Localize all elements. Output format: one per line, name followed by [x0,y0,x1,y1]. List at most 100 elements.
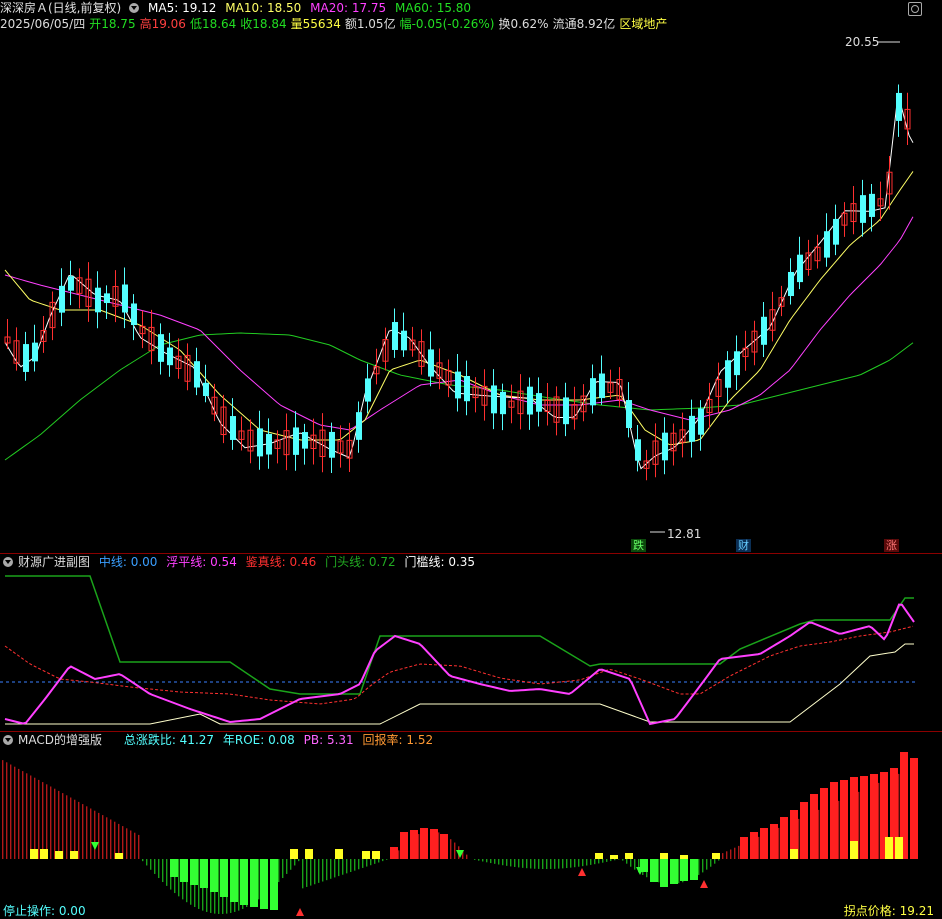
macd-histogram-line [370,859,372,866]
candle-body [158,334,164,362]
macd-histogram-line [878,782,880,859]
pb-label: PB: 5.31 [303,733,354,747]
macd-histogram-line [22,771,24,859]
macd-histogram-line [382,859,384,862]
macd-histogram-line [330,859,332,879]
marker-cai[interactable]: 财 [736,539,751,552]
macd-bar-yellow [40,849,48,859]
macd-chart[interactable] [0,732,942,919]
indicator-chart[interactable] [0,554,942,731]
candle-body [203,382,209,397]
macd-histogram-line [482,859,484,862]
macd-bar-green [680,859,688,881]
mentou-line [5,575,914,695]
macd-histogram-line [102,815,104,859]
candle-body [527,386,533,415]
macd-histogram-line [722,853,724,859]
macd-histogram-line [258,859,260,900]
macd-histogram-line [46,784,48,859]
macd-bar-red [870,774,878,859]
macd-bar-red [810,794,818,859]
macd-bar-red [420,828,428,859]
dropdown-icon[interactable] [3,735,13,745]
zhongxian-label: 中线: 0.00 [98,555,158,569]
macd-histogram-line [386,859,388,860]
macd-histogram-line [610,859,612,862]
macd-bar-yellow [790,849,798,859]
macd-histogram-line [298,859,300,862]
macd-histogram-line [698,859,700,875]
macd-histogram-line [10,764,12,859]
macd-histogram-line [454,842,456,859]
macd-bar-green [220,859,228,897]
macd-histogram-line [498,859,500,865]
candle-body [860,195,866,223]
macd-histogram-line [594,859,596,865]
candle-body [122,284,128,313]
marker-zhang[interactable]: 涨 [884,539,899,552]
macd-title[interactable]: MACD的增强版 [18,733,102,747]
macd-bar-red [860,776,868,859]
macd-histogram-line [334,859,336,878]
macd-bar-yellow [55,851,63,859]
macd-header: MACD的增强版 总涨跌比: 41.27 年ROE: 0.08 PB: 5.31… [0,732,438,748]
macd-bar-yellow [850,841,858,859]
candle-body [302,432,308,449]
macd-histogram-line [630,859,632,867]
macd-bar-green [270,859,278,910]
dropdown-icon[interactable] [3,557,13,567]
macd-histogram-line [282,859,284,879]
candle-body [266,433,272,455]
indicator-pane[interactable]: 财源广进副图 中线: 0.00 浮平线: 0.54 鉴真线: 0.46 门头线:… [0,554,942,732]
macd-bar-red [830,782,838,859]
candle-body [104,293,110,304]
candle-body [824,231,830,258]
candlestick-pane[interactable]: 深深房Ａ(日线,前复权) MA5: 19.12 MA10: 18.50 MA20… [0,0,942,554]
macd-histogram-line [62,793,64,859]
candle-body [869,193,875,217]
macd-histogram-line [502,859,504,866]
macd-histogram-line [162,859,164,883]
macd-histogram-line [614,859,616,861]
macd-histogram-line [70,797,72,859]
macd-histogram-line [778,827,780,859]
macd-histogram-line [550,859,552,869]
macd-bar-yellow [660,853,668,859]
macd-bar-yellow [712,853,720,859]
indicator-title[interactable]: 财源广进副图 [18,555,90,569]
macd-histogram-line [510,859,512,867]
macd-histogram-line [542,859,544,869]
macd-pane[interactable]: MACD的增强版 总涨跌比: 41.27 年ROE: 0.08 PB: 5.31… [0,732,942,919]
high-price-label: 20.55 [845,35,880,49]
macd-histogram-line [142,859,144,862]
macd-histogram-line [290,859,292,870]
marker-die[interactable]: 跌 [631,539,646,552]
macd-bar-yellow [362,851,370,859]
macd-histogram-line [598,859,600,864]
macd-histogram-line [738,845,740,859]
macd-histogram-line [138,834,140,859]
macd-bar-red [750,832,758,859]
macd-bar-red [820,788,828,859]
fuping-line [4,603,915,726]
macd-histogram-line [626,859,628,864]
kline-chart[interactable] [0,0,942,553]
huibao-label: 回报率: 1.52 [362,733,434,747]
macd-histogram-line [578,859,580,867]
macd-histogram-line [494,859,496,864]
candle-body [356,412,362,440]
jianzhen-label: 鉴真线: 0.46 [245,555,317,569]
macd-histogram-line [342,859,344,875]
macd-histogram-line [366,859,368,867]
macd-bar-red [430,829,438,859]
macd-histogram-line [54,788,56,859]
macd-histogram-line [838,800,840,859]
macd-histogram-line [278,859,280,883]
macd-bar-yellow [30,849,38,859]
candle-body [293,427,299,455]
candle-body [194,361,200,388]
macd-histogram-line [30,775,32,859]
macd-histogram-line [734,847,736,859]
macd-histogram-line [98,812,100,859]
macd-histogram-line [86,806,88,859]
